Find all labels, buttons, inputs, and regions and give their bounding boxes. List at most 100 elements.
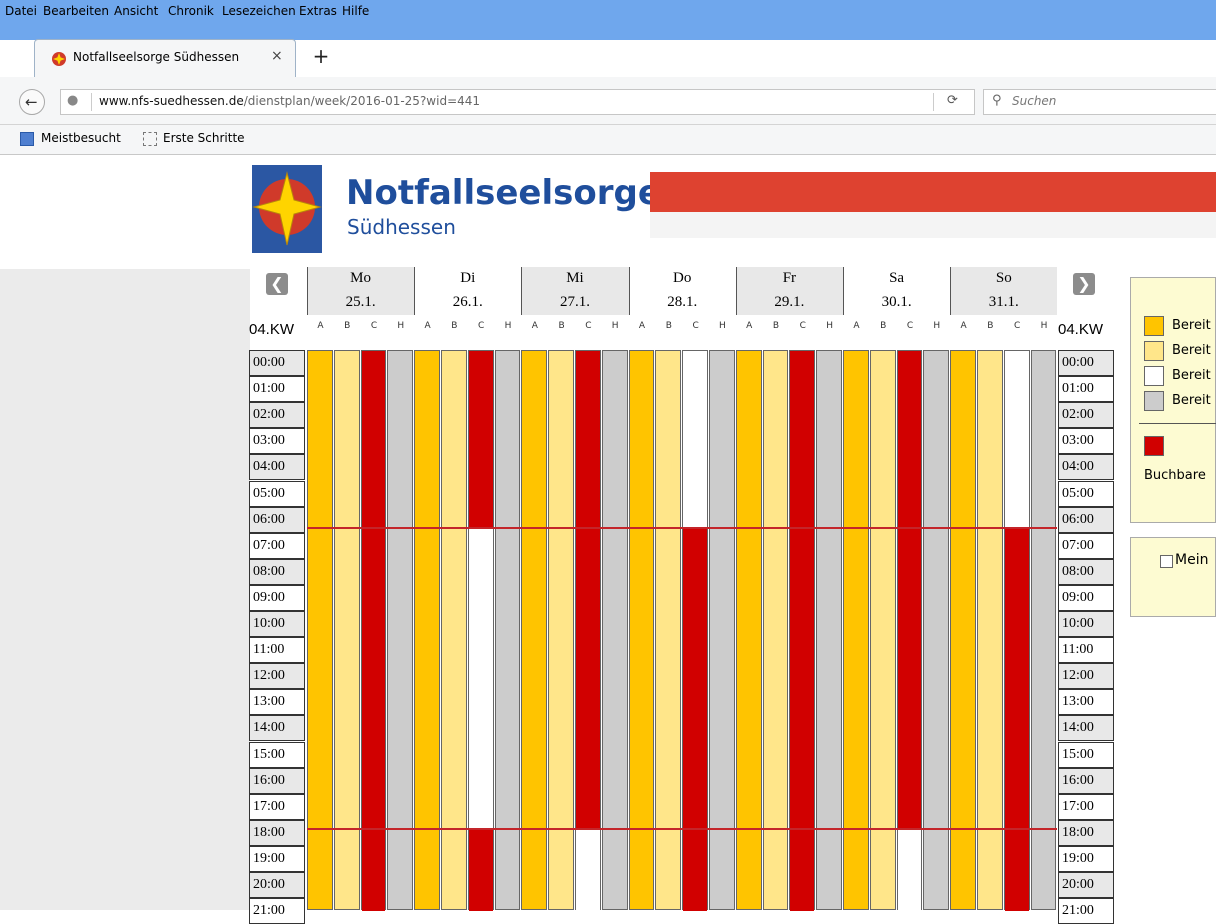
menu-ansicht[interactable]: Ansicht (114, 2, 158, 20)
shift-block-booked[interactable] (897, 351, 922, 528)
shift-block-booked[interactable] (790, 829, 815, 911)
day-name: Mo (350, 270, 372, 286)
shift-column-h[interactable] (601, 350, 628, 910)
my-shifts-checkbox[interactable] (1160, 555, 1173, 568)
shift-column-b[interactable] (977, 350, 1003, 910)
shift-column-c[interactable] (467, 350, 494, 911)
shift-block-booked[interactable] (361, 829, 386, 911)
shift-column-a[interactable] (843, 350, 869, 910)
new-tab-button[interactable]: + (312, 44, 330, 68)
shift-column-h[interactable] (923, 350, 950, 910)
menu-extras[interactable]: Extras (299, 2, 337, 20)
shift-column-b[interactable] (441, 350, 467, 910)
next-week-icon[interactable]: ❯ (1073, 273, 1095, 295)
shift-column-b[interactable] (869, 350, 896, 910)
time-label: 14:00 (1058, 715, 1114, 742)
time-label: 02:00 (1058, 402, 1114, 429)
url-path: /dienstplan/week/2016-01-25?wid=441 (243, 94, 481, 108)
shift-column-h[interactable] (816, 350, 842, 910)
shift-block-booked[interactable] (897, 528, 922, 829)
day-title-6: So 31.1. (950, 267, 1057, 315)
shift-block-booked[interactable] (1004, 829, 1029, 911)
shift-column-b[interactable] (333, 350, 360, 910)
shift-block-booked[interactable] (361, 528, 386, 829)
time-label: 06:00 (249, 506, 305, 533)
legend-swatch-a (1144, 316, 1164, 336)
legend-divider (1139, 423, 1216, 424)
tab-active[interactable]: Notfallseelsorge Südhessen × (34, 39, 296, 77)
time-label: 21:00 (1058, 898, 1114, 924)
shift-divider-0630 (307, 527, 1057, 529)
search-bar[interactable]: ⚲ Suchen (983, 89, 1216, 115)
shift-column-h[interactable] (494, 350, 521, 910)
shift-column-c[interactable] (789, 350, 816, 911)
menu-datei[interactable]: Datei (5, 2, 37, 20)
shift-block-booked[interactable] (576, 351, 600, 528)
day-date: 29.1. (774, 294, 805, 310)
legend-swatch-b (1144, 341, 1164, 361)
shift-column-b[interactable] (548, 350, 574, 910)
day-title-0: Mo 25.1. (307, 267, 414, 315)
shift-block-booked[interactable] (790, 528, 815, 829)
shift-column-h[interactable] (1030, 350, 1057, 910)
shift-column-h[interactable] (709, 350, 735, 910)
tab-title: Notfallseelsorge Südhessen (73, 50, 240, 64)
day-name: Di (460, 270, 476, 286)
shift-column-a[interactable] (735, 350, 762, 910)
column-label-a: A (424, 321, 431, 331)
shift-column-c[interactable] (896, 350, 923, 911)
shift-block-free[interactable] (1004, 351, 1029, 528)
shift-column-c[interactable] (1003, 350, 1030, 911)
shift-column-c[interactable] (360, 350, 387, 911)
shift-block-booked[interactable] (576, 528, 600, 829)
shift-block-booked[interactable] (361, 351, 386, 528)
prev-week-icon[interactable]: ❮ (266, 273, 288, 295)
time-label: 05:00 (249, 480, 305, 507)
shift-column-c[interactable] (682, 350, 708, 911)
shift-column-a[interactable] (628, 350, 655, 910)
shift-block-booked[interactable] (468, 829, 493, 911)
reload-icon[interactable]: ⟳ (947, 93, 958, 108)
shift-column-b[interactable] (655, 350, 682, 910)
menu-bearbeiten[interactable]: Bearbeiten (43, 2, 109, 20)
shift-column-h[interactable] (387, 350, 414, 910)
left-sidebar-top (0, 156, 250, 269)
shift-block-booked[interactable] (683, 829, 707, 911)
column-label-c: C (585, 321, 592, 331)
shift-column-c[interactable] (575, 350, 601, 911)
day-date: 30.1. (881, 294, 912, 310)
shift-block-free[interactable] (468, 528, 493, 829)
shift-column-a[interactable] (414, 350, 440, 910)
shift-block-booked[interactable] (1004, 528, 1029, 829)
time-label: 13:00 (1058, 689, 1114, 716)
shift-block-booked[interactable] (468, 351, 493, 528)
shift-block-free[interactable] (683, 351, 707, 528)
site-info-icon[interactable]: ● (67, 93, 78, 108)
tab-close-icon[interactable]: × (271, 48, 283, 64)
url-text[interactable]: www.nfs-suedhessen.de/dienstplan/week/20… (99, 94, 480, 108)
shift-column-a[interactable] (521, 350, 548, 910)
shift-block-booked[interactable] (683, 528, 707, 829)
shift-column-a[interactable] (950, 350, 976, 910)
time-label: 16:00 (1058, 767, 1114, 794)
menu-lesezeichen[interactable]: Lesezeichen (222, 2, 296, 20)
day-name: So (995, 270, 1012, 286)
shift-block-free[interactable] (576, 829, 600, 911)
back-button[interactable]: ← (19, 89, 45, 115)
menu-hilfe[interactable]: Hilfe (342, 2, 369, 20)
menu-chronik[interactable]: Chronik (168, 2, 214, 20)
bookmark-most-visited[interactable]: Meistbesucht (41, 131, 121, 145)
bookmark-first-steps[interactable]: Erste Schritte (163, 131, 245, 145)
time-label: 10:00 (249, 611, 305, 637)
shift-block-free[interactable] (897, 829, 922, 911)
shift-column-b[interactable] (762, 350, 789, 910)
time-label: 17:00 (1058, 793, 1114, 820)
day-name: Mi (566, 270, 584, 286)
column-label-h: H (933, 321, 941, 331)
shift-block-booked[interactable] (790, 351, 815, 528)
url-bar[interactable]: ● www.nfs-suedhessen.de/dienstplan/week/… (60, 89, 975, 115)
column-label-c: C (370, 321, 378, 331)
bookmarks-toolbar: Meistbesucht Erste Schritte (0, 125, 1216, 155)
day-date: 26.1. (452, 294, 483, 310)
shift-column-a[interactable] (307, 350, 333, 910)
